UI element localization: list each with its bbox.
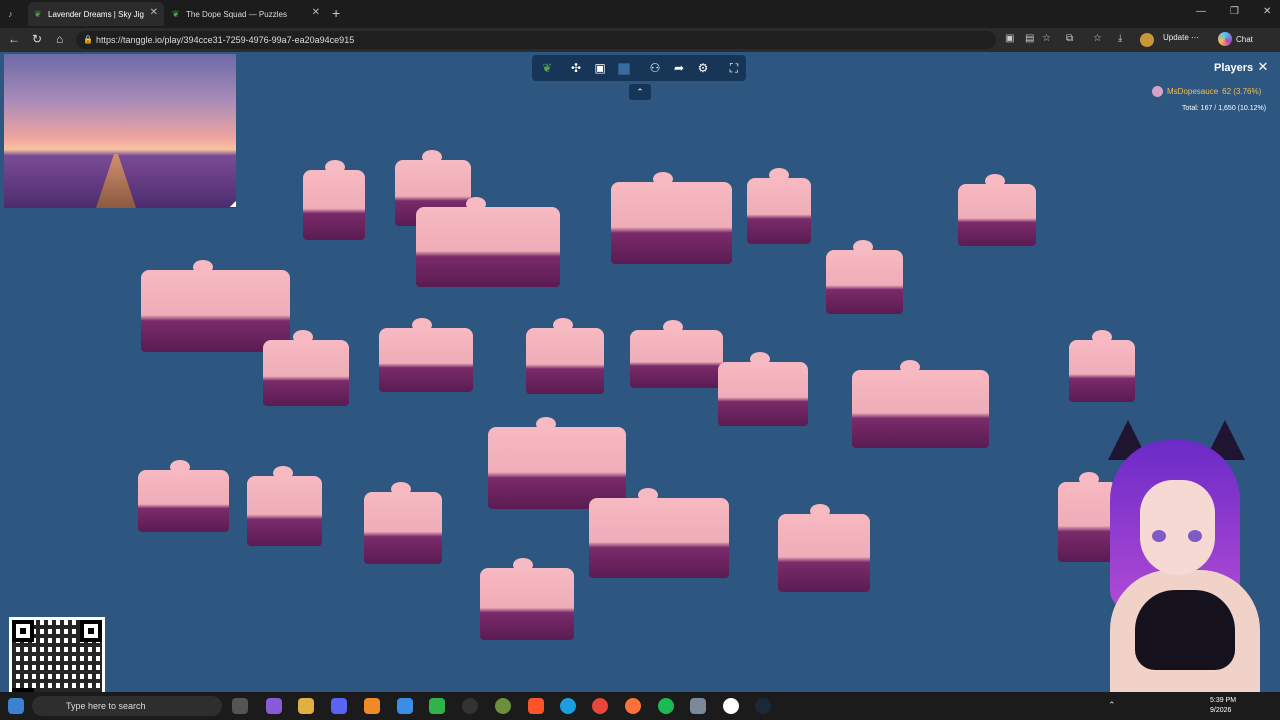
game-toolbar: ❦ ✣ ▣ ⚇ ➦ ⚙ ⛶ xyxy=(532,55,746,81)
edge-icon[interactable] xyxy=(560,698,576,714)
chevron-up-icon[interactable]: ⌃ xyxy=(1108,700,1116,711)
maximize-button[interactable]: ❐ xyxy=(1230,6,1239,17)
puzzle-icon[interactable]: ✣ xyxy=(567,59,585,77)
update-button[interactable]: Update ⋯ xyxy=(1163,33,1199,42)
favorite-icon[interactable]: ☆ xyxy=(1042,33,1051,44)
puzzle-piece[interactable] xyxy=(247,466,322,546)
tab-title: Lavender Dreams | Sky Jig xyxy=(48,9,144,19)
vtuber-avatar xyxy=(1090,420,1280,720)
downloads-icon[interactable]: ⤓ xyxy=(1118,33,1122,44)
spotify-icon[interactable] xyxy=(658,698,674,714)
clock-time: 5:39 PM xyxy=(1210,697,1237,704)
player-row: MsDopesauce 62 (3.76%) xyxy=(1152,86,1261,97)
puzzle-piece[interactable] xyxy=(138,460,229,532)
search-placeholder: Type here to search xyxy=(66,701,146,711)
app-icon[interactable] xyxy=(690,698,706,714)
back-icon[interactable]: ← xyxy=(8,32,20,46)
puzzle-piece[interactable] xyxy=(526,318,604,394)
close-window-button[interactable]: ✕ xyxy=(1263,6,1271,17)
leaf-icon: ❦ xyxy=(34,9,42,19)
tab-lavender-dreams[interactable]: ❦ Lavender Dreams | Sky Jig ✕ xyxy=(28,2,164,26)
home-icon[interactable]: ⌂ xyxy=(56,32,63,46)
settings-icon[interactable]: ⚙ xyxy=(694,59,712,77)
tab-title: The Dope Squad — Puzzles xyxy=(186,9,287,19)
leaf-icon[interactable]: ❦ xyxy=(538,59,556,77)
obs-icon[interactable] xyxy=(462,698,478,714)
puzzle-piece[interactable] xyxy=(416,197,560,287)
search-input[interactable]: Type here to search xyxy=(32,696,222,716)
chrome-icon[interactable] xyxy=(592,698,608,714)
players-icon[interactable]: ⚇ xyxy=(646,59,664,77)
chat-button[interactable]: Chat xyxy=(1218,32,1253,46)
new-tab-button[interactable]: + xyxy=(332,5,340,21)
favorites-icon[interactable]: ☆ xyxy=(1093,33,1102,44)
tab-audio-icon[interactable]: ♪ xyxy=(2,2,13,26)
app-icon[interactable] xyxy=(397,698,413,714)
puzzle-piece[interactable] xyxy=(303,160,365,240)
puzzle-piece[interactable] xyxy=(778,504,870,592)
puzzle-piece[interactable] xyxy=(611,172,732,264)
puzzle-piece[interactable] xyxy=(263,330,349,406)
image-icon[interactable]: ▣ xyxy=(591,59,609,77)
close-icon[interactable]: ✕ xyxy=(150,7,158,18)
minimize-button[interactable]: — xyxy=(1196,6,1206,17)
app-icon[interactable] xyxy=(495,698,511,714)
puzzle-piece[interactable] xyxy=(630,320,723,388)
total-progress: Total: 167 / 1,650 (10.12%) xyxy=(1182,105,1267,112)
puzzle-piece[interactable] xyxy=(488,417,626,509)
tab-dope-squad[interactable]: ❦ The Dope Squad — Puzzles ✕ xyxy=(166,2,326,26)
puzzle-piece[interactable] xyxy=(1069,330,1135,402)
resize-icon[interactable]: ◢ xyxy=(230,199,236,208)
close-icon[interactable]: ✕ xyxy=(1255,59,1271,75)
leaf-icon: ❦ xyxy=(172,9,180,19)
address-bar: ← ↻ ⌂ 🔒 https://tanggle.io/play/394cce31… xyxy=(0,28,1280,52)
file-explorer-icon[interactable] xyxy=(298,698,314,714)
fullscreen-icon[interactable]: ⛶ xyxy=(725,59,743,77)
url-field[interactable]: 🔒 https://tanggle.io/play/394cce31-7259-… xyxy=(76,31,996,49)
extensions-icon[interactable]: ⧉ xyxy=(1066,33,1073,44)
refresh-icon[interactable]: ↻ xyxy=(32,32,42,46)
clock[interactable]: 5:39 PM 9/2026 xyxy=(1210,696,1236,716)
puzzle-piece[interactable] xyxy=(718,352,808,426)
profile-avatar[interactable] xyxy=(1140,33,1154,47)
puzzle-piece[interactable] xyxy=(480,558,574,640)
reader-icon[interactable]: ▣ xyxy=(1005,33,1014,44)
steam-icon[interactable] xyxy=(755,698,771,714)
app-icon[interactable] xyxy=(429,698,445,714)
avatar xyxy=(1152,86,1163,97)
player-name: MsDopesauce xyxy=(1167,87,1219,96)
close-icon[interactable]: ✕ xyxy=(312,7,320,18)
reference-image[interactable]: ◢ xyxy=(4,54,236,208)
task-view-icon[interactable] xyxy=(232,698,248,714)
immersive-icon[interactable]: ▤ xyxy=(1025,33,1034,44)
chevron-up-icon[interactable]: ⌃ xyxy=(629,84,651,100)
players-title: Players xyxy=(1214,62,1254,74)
windows-icon[interactable] xyxy=(8,698,24,714)
puzzle-piece[interactable] xyxy=(958,174,1036,246)
puzzle-piece[interactable] xyxy=(379,318,473,392)
lock-icon: 🔒 xyxy=(83,35,93,44)
clock-date: 9/2026 xyxy=(1210,707,1232,714)
taskbar: Type here to search ⌃ 5:39 PM 9/2026 xyxy=(0,692,1280,720)
url-text: https://tanggle.io/play/394cce31-7259-49… xyxy=(96,35,355,45)
copilot-icon[interactable] xyxy=(266,698,282,714)
share-icon[interactable]: ➦ xyxy=(670,59,688,77)
player-score: 62 (3.76%) xyxy=(1222,87,1262,96)
app-icon[interactable] xyxy=(723,698,739,714)
puzzle-piece[interactable] xyxy=(589,488,729,578)
puzzle-piece[interactable] xyxy=(826,240,903,314)
app-icon[interactable] xyxy=(364,698,380,714)
puzzle-piece[interactable] xyxy=(364,482,442,564)
puzzle-board[interactable]: ◢ ❦ ✣ ▣ ⚇ ➦ ⚙ ⛶ ⌃ Players ✕ MsDopesauce … xyxy=(0,52,1280,692)
puzzle-piece[interactable] xyxy=(747,168,811,244)
copilot-icon xyxy=(1218,32,1232,46)
puzzle-piece[interactable] xyxy=(852,360,989,448)
discord-icon[interactable] xyxy=(331,698,347,714)
chat-label: Chat xyxy=(1236,34,1253,44)
browser-tab-bar: ♪ ❦ Lavender Dreams | Sky Jig ✕ ❦ The Do… xyxy=(0,0,1280,28)
brave-icon[interactable] xyxy=(528,698,544,714)
background-icon[interactable] xyxy=(615,59,633,77)
firefox-icon[interactable] xyxy=(625,698,641,714)
